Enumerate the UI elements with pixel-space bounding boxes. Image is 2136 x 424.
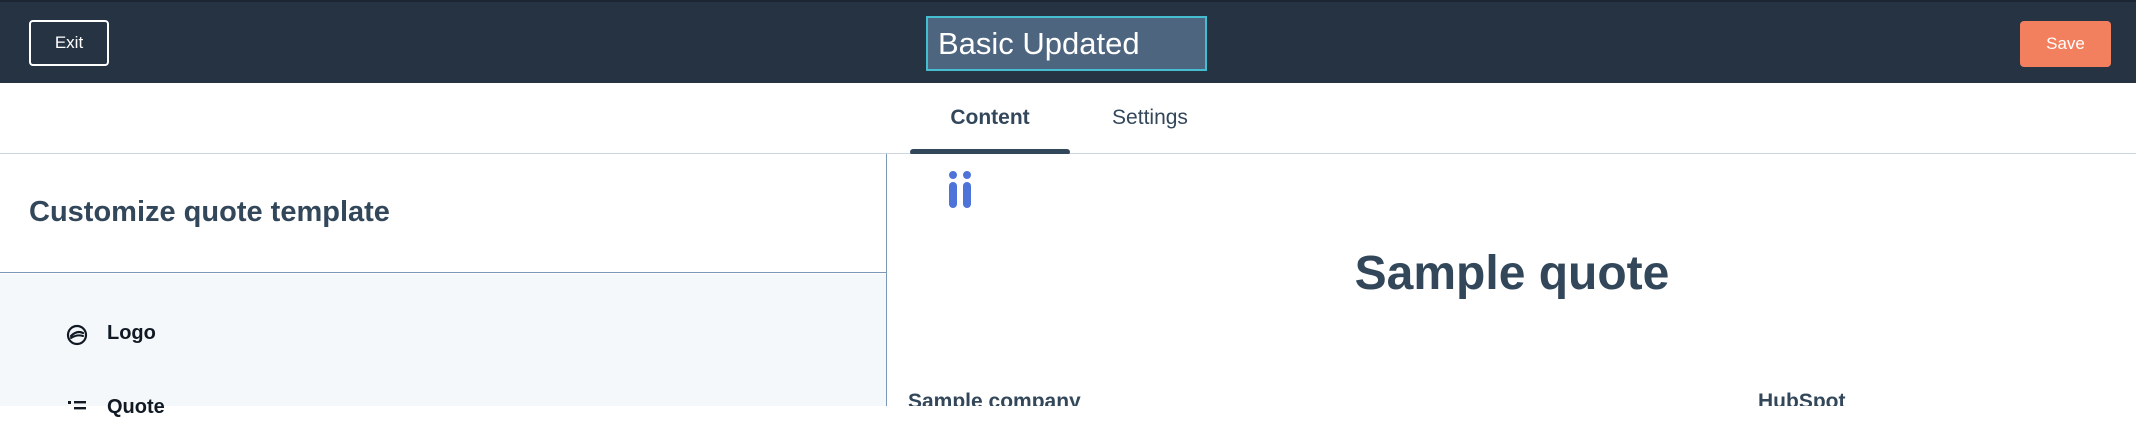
save-button[interactable]: Save: [2020, 21, 2111, 67]
company-name: Sample company: [908, 390, 1081, 406]
logo-icon: [66, 324, 88, 346]
quote-preview: Sample quote Sample company HubSpot: [888, 154, 2136, 406]
customize-panel: Customize quote template: [0, 154, 887, 406]
company-logo-icon: [949, 171, 971, 208]
panel-item-label: Logo: [107, 322, 156, 344]
template-name-input[interactable]: Basic Updated: [926, 16, 1207, 71]
panel-item-label: Quote: [107, 396, 165, 418]
tab-bar: Content Settings: [0, 83, 2136, 155]
panel-header: Customize quote template: [0, 154, 886, 273]
exit-button[interactable]: Exit: [29, 20, 109, 66]
editor-topbar: Exit Basic Updated Save: [0, 0, 2136, 83]
quote-title: Sample quote: [1354, 247, 1670, 300]
text-align-icon: [68, 401, 86, 410]
panel-title: Customize quote template: [29, 196, 390, 228]
tab-settings[interactable]: Settings: [1100, 83, 1200, 154]
sender-company-name: HubSpot: [1758, 390, 1846, 406]
tab-content[interactable]: Content: [910, 83, 1070, 154]
